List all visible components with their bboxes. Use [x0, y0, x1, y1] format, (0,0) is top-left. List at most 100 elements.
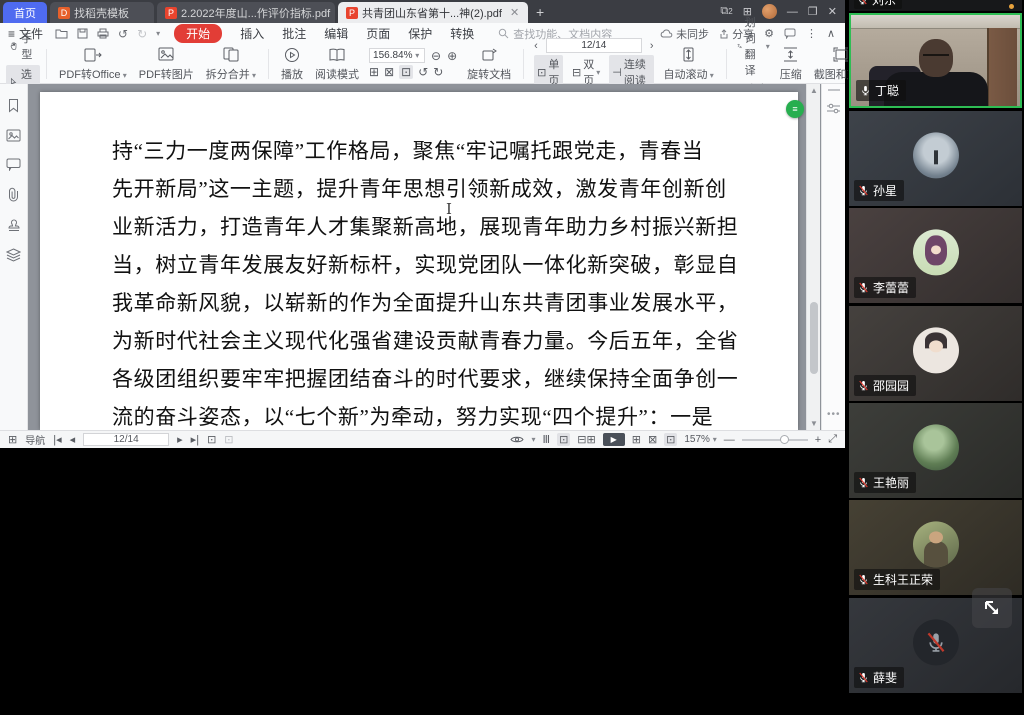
redo-icon[interactable]: ↻ — [137, 27, 147, 41]
navigation-panel-icon[interactable]: ⊞ — [8, 433, 17, 446]
minimize-button[interactable]: — — [787, 6, 798, 18]
pdf-to-image-button[interactable]: PDF转图片 — [133, 45, 200, 83]
chevron-down-icon[interactable]: ▾ — [156, 29, 160, 38]
auto-scroll-button[interactable]: 自动滚动 ▾ — [658, 45, 720, 83]
drag-handle[interactable] — [828, 89, 840, 91]
zoom-value-input[interactable]: 156.84% ▾ — [369, 48, 425, 63]
restore-button[interactable]: ❐ — [808, 5, 818, 18]
fit-page-icon[interactable]: ⊞ — [632, 433, 641, 446]
compress-button[interactable]: 压缩 — [774, 45, 808, 83]
play-slideshow-button[interactable]: ▶ — [603, 433, 625, 446]
menu-item-page[interactable]: 页面 — [366, 25, 390, 42]
participant-tile[interactable]: 李蕾蕾 — [849, 208, 1022, 303]
more-tools-icon[interactable]: ••• — [827, 409, 841, 420]
scroll-up-icon[interactable]: ▲ — [807, 86, 821, 95]
zoom-slider-knob[interactable] — [780, 435, 789, 444]
split-screen-icon[interactable]: ⧉2 — [720, 5, 732, 18]
attachment-icon[interactable] — [7, 187, 20, 202]
zoom-out-icon[interactable]: ⊖ — [431, 49, 441, 63]
fit-page-icon[interactable]: ⊞ — [369, 65, 379, 79]
scroll-down-icon[interactable]: ▼ — [807, 419, 821, 428]
close-button[interactable]: ✕ — [828, 5, 837, 18]
tab-close-icon[interactable]: ✕ — [510, 6, 519, 19]
stamp-icon[interactable] — [7, 218, 21, 232]
zoom-out-button[interactable]: — — [724, 434, 735, 446]
annotate-expand-button[interactable] — [972, 588, 1012, 628]
doc-assistant-badge[interactable]: ≡ — [786, 100, 804, 118]
chevron-down-icon[interactable]: ▾ — [531, 435, 535, 444]
eye-protect-icon[interactable] — [510, 435, 524, 444]
double-page-icon[interactable]: ⊟⊞ — [577, 433, 595, 446]
open-folder-icon[interactable] — [55, 28, 68, 39]
fullscreen-icon[interactable]: ⤢ — [828, 433, 837, 446]
zoom-in-icon[interactable]: ⊕ — [447, 49, 457, 63]
menu-item-insert[interactable]: 插入 — [240, 25, 264, 42]
rotate-left-icon[interactable]: ↺ — [418, 65, 428, 79]
play-button[interactable]: 播放 — [275, 45, 309, 83]
fit-visible-icon[interactable]: ⊡ — [664, 433, 677, 446]
menu-item-annotate[interactable]: 批注 — [282, 25, 306, 42]
rotate-doc-button[interactable]: 旋转文档 — [461, 45, 517, 83]
rotate-right-icon[interactable]: ↻ — [433, 65, 443, 79]
first-page-icon[interactable]: |◂ — [53, 433, 61, 446]
participant-tile[interactable]: 刘东 — [849, 0, 1022, 11]
prev-page-icon[interactable]: ‹ — [534, 40, 538, 52]
comment-bubble-icon[interactable] — [784, 28, 796, 39]
more-menu-icon[interactable]: ⋮ — [806, 27, 817, 40]
tab-home-label: 首页 — [14, 5, 36, 21]
save-icon[interactable] — [77, 28, 88, 39]
word-translate-button[interactable]: 划词翻译▾ — [737, 14, 770, 78]
print-icon[interactable] — [97, 28, 109, 39]
last-page-icon[interactable]: ▸| — [191, 433, 199, 446]
undo-icon[interactable]: ↺ — [118, 27, 128, 41]
zoom-slider[interactable] — [742, 439, 808, 441]
tab-pdf-2-active[interactable]: P 共青团山东省第十...神(2).pdf ✕ — [338, 2, 528, 23]
bookmark-icon[interactable] — [7, 98, 20, 113]
pdf-to-office-button[interactable]: PDF转Office ▾ — [53, 45, 133, 83]
menu-item-convert[interactable]: 转换 — [450, 25, 474, 42]
sync-status[interactable]: 未同步 — [660, 26, 709, 42]
menu-item-protect[interactable]: 保护 — [408, 25, 432, 42]
single-page-icon[interactable]: ⊡ — [557, 433, 570, 446]
zoom-in-button[interactable]: + — [815, 434, 821, 446]
layers-icon[interactable] — [6, 248, 21, 262]
next-page-icon[interactable]: ▸ — [177, 433, 183, 446]
adjust-sliders-icon[interactable] — [826, 102, 841, 115]
participant-nametag: 李蕾蕾 — [854, 277, 916, 298]
prev-view-icon[interactable]: ⊡ — [207, 433, 216, 446]
page-indicator-input[interactable]: 12/14 — [546, 38, 642, 53]
collapse-ribbon-icon[interactable]: ∧ — [827, 27, 835, 40]
tab-home[interactable]: 首页 — [3, 2, 47, 23]
fit-width-icon[interactable]: ⊠ — [384, 65, 394, 79]
read-mode-button[interactable]: 阅读模式 — [309, 45, 365, 83]
document-area[interactable]: 持“三力一度两保障”工作格局，聚焦“牢记嘱托跟党走，青春当 先开新局”这一主题，… — [0, 84, 845, 430]
reader-layout-icon[interactable]: Ⅲ — [542, 433, 550, 446]
menu-item-edit[interactable]: 编辑 — [324, 25, 348, 42]
new-tab-button[interactable]: + — [536, 2, 544, 23]
tab-docer[interactable]: D 找稻壳模板 — [50, 2, 154, 23]
participant-tile[interactable]: 王艳丽 — [849, 403, 1022, 498]
avatar — [913, 327, 959, 373]
pdf-page[interactable]: 持“三力一度两保障”工作格局，聚焦“牢记嘱托跟党走，青春当 先开新局”这一主题，… — [40, 92, 798, 430]
navigation-label[interactable]: 导航 — [25, 432, 45, 447]
tab-pdf-1[interactable]: P 2.2022年度山...作评价指标.pdf — [157, 2, 335, 23]
scrollbar-thumb[interactable] — [810, 302, 818, 374]
zoom-percentage[interactable]: 157% ▾ — [684, 434, 716, 445]
participant-tile[interactable]: 孙星 — [849, 111, 1022, 206]
fit-visible-icon[interactable]: ⊡ — [399, 65, 413, 79]
next-view-icon[interactable]: ⊡ — [224, 433, 233, 446]
next-page-icon[interactable]: › — [650, 40, 654, 52]
participant-tile-active-speaker[interactable]: 丁聪 — [849, 13, 1022, 108]
comment-panel-icon[interactable] — [6, 158, 21, 171]
participant-tile[interactable]: 生科王正荣 — [849, 500, 1022, 595]
prev-page-icon[interactable]: ◂ — [70, 433, 76, 446]
menu-item-start[interactable]: 开始 — [174, 24, 222, 43]
participant-tile[interactable]: 邵园园 — [849, 306, 1022, 401]
image-panel-icon[interactable] — [6, 129, 21, 142]
pdf-to-office-icon — [84, 47, 102, 63]
split-merge-button[interactable]: 拆分合并 ▾ — [200, 45, 262, 83]
hand-tool-button[interactable]: 手型 — [6, 29, 40, 63]
status-page-indicator[interactable]: 12/14 — [83, 433, 169, 446]
vertical-scrollbar[interactable]: ▲ ▼ — [806, 84, 820, 430]
fit-width-icon[interactable]: ⊠ — [648, 433, 657, 446]
